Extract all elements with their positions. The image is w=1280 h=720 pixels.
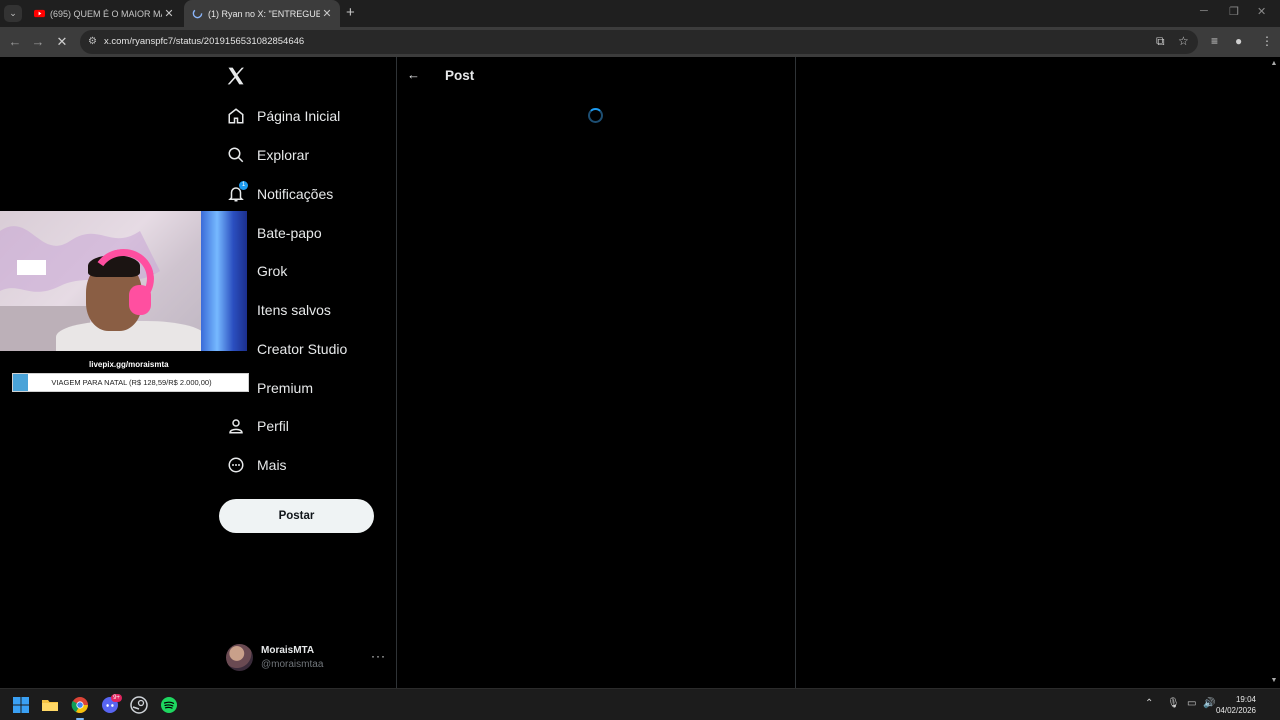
sidebar-item-label: Creator Studio bbox=[257, 341, 348, 357]
sidebar-item-explore[interactable]: Explorar bbox=[226, 143, 309, 167]
clock-date: 04/02/2026 bbox=[1215, 706, 1256, 715]
sidebar-item-label: Notificações bbox=[257, 186, 334, 202]
tab-title: (695) QUEM É O MAIOR MANI bbox=[50, 8, 162, 19]
site-info-icon[interactable]: ⚙ bbox=[88, 36, 100, 48]
restore-icon[interactable]: ❐ bbox=[1229, 5, 1239, 18]
more-circle-icon bbox=[226, 456, 245, 475]
close-window-icon[interactable]: ✕ bbox=[1257, 5, 1266, 18]
main-column: ← Post bbox=[397, 57, 796, 688]
webcam-white-card bbox=[17, 260, 46, 275]
sidebar-item-more[interactable]: Mais bbox=[226, 453, 287, 477]
goal-text: VIAGEM PARA NATAL (R$ 128,59/R$ 2.000,00… bbox=[51, 378, 212, 387]
file-explorer-icon[interactable] bbox=[41, 696, 59, 714]
back-arrow-icon[interactable]: ← bbox=[407, 67, 420, 82]
minimize-icon[interactable]: ─ bbox=[1200, 5, 1208, 17]
sidebar-item-label: Grok bbox=[257, 263, 288, 279]
steam-icon[interactable] bbox=[130, 696, 148, 714]
youtube-icon bbox=[34, 9, 45, 18]
stop-loading-icon[interactable]: ✕ bbox=[53, 33, 71, 51]
sidebar-item-label: Mais bbox=[257, 457, 287, 473]
chrome-icon[interactable] bbox=[71, 696, 89, 714]
sidebar-item-profile[interactable]: Perfil bbox=[226, 414, 289, 438]
sidebar-item-notifications[interactable]: 1 Notificações bbox=[226, 180, 334, 206]
loading-icon bbox=[192, 8, 203, 19]
browser-menu-icon[interactable]: ⋮ bbox=[1261, 34, 1273, 48]
sidebar-item-label: Itens salvos bbox=[257, 302, 331, 318]
browser-toolbar: ← → ✕ ⚙ x.com/ryanspfc7/status/201915653… bbox=[0, 27, 1280, 57]
loading-spinner bbox=[588, 108, 603, 123]
webcam-overlay bbox=[0, 211, 247, 351]
account-switcher[interactable]: MoraisMTA @moraismtaa ··· bbox=[226, 643, 386, 673]
sidebar-item-home[interactable]: Página Inicial bbox=[226, 104, 340, 128]
blue-led-light bbox=[201, 211, 247, 351]
avatar bbox=[226, 644, 253, 671]
headphone-cup bbox=[129, 285, 151, 315]
scroll-down-icon[interactable]: ▼ bbox=[1270, 677, 1278, 684]
profile-avatar-icon[interactable]: ● bbox=[1235, 34, 1242, 48]
tab-title: (1) Ryan no X: "ENTREGUE A 9 bbox=[208, 8, 320, 19]
windows-taskbar: 9+ ⌃ 🎙 ▭ 🔊 19:04 04/02/2026 bbox=[0, 688, 1280, 720]
sidebar-item-label: Perfil bbox=[257, 418, 289, 434]
close-tab-icon[interactable]: ✕ bbox=[162, 7, 176, 20]
new-tab-button[interactable]: + bbox=[346, 4, 355, 21]
donation-goal-bar: VIAGEM PARA NATAL (R$ 128,59/R$ 2.000,00… bbox=[12, 373, 249, 392]
post-button[interactable]: Postar bbox=[219, 499, 374, 533]
microphone-icon[interactable]: 🎙 bbox=[1167, 698, 1180, 709]
browser-tab-strip: ⌄ (695) QUEM É O MAIOR MANI ✕ (1) Ryan n… bbox=[0, 0, 1280, 27]
forward-arrow-icon[interactable]: → bbox=[29, 33, 47, 51]
account-name: MoraisMTA bbox=[261, 645, 315, 656]
back-arrow-icon[interactable]: ← bbox=[6, 33, 24, 51]
sidebar-item-label: Página Inicial bbox=[257, 108, 341, 124]
spotify-icon[interactable] bbox=[160, 696, 178, 714]
scroll-up-icon[interactable]: ▲ bbox=[1270, 60, 1278, 67]
browser-tab-x-post[interactable]: (1) Ryan no X: "ENTREGUE A 9 ✕ bbox=[184, 0, 340, 27]
display-icon[interactable]: ▭ bbox=[1187, 698, 1196, 709]
tray-overflow-icon[interactable]: ⌃ bbox=[1145, 698, 1153, 709]
system-clock[interactable]: 19:04 04/02/2026 bbox=[1216, 694, 1256, 716]
sidebar-item-label: Explorar bbox=[257, 147, 310, 163]
browser-tab-youtube[interactable]: (695) QUEM É O MAIOR MANI ✕ bbox=[26, 0, 182, 27]
search-icon bbox=[226, 146, 245, 165]
livepix-url: livepix.gg/moraismta bbox=[89, 360, 169, 369]
bookmark-star-icon[interactable]: ☆ bbox=[1178, 34, 1189, 48]
account-handle: @moraismtaa bbox=[261, 659, 324, 670]
sidebar-item-label: Bate-papo bbox=[257, 225, 322, 241]
sidebar-item-label: Premium bbox=[257, 380, 314, 396]
scrollbar[interactable]: ▲ ▼ bbox=[1268, 57, 1280, 688]
close-tab-icon[interactable]: ✕ bbox=[320, 7, 334, 20]
bell-icon: 1 bbox=[226, 180, 248, 204]
install-app-icon[interactable]: ⧉ bbox=[1156, 34, 1165, 49]
tab-search-button[interactable]: ⌄ bbox=[4, 5, 22, 22]
notification-badge: 1 bbox=[239, 180, 248, 190]
discord-badge: 9+ bbox=[111, 694, 122, 702]
address-bar[interactable]: ⚙ x.com/ryanspfc7/status/201915653108285… bbox=[80, 30, 1198, 54]
windows-start-icon[interactable] bbox=[12, 696, 30, 714]
volume-icon[interactable]: 🔊 bbox=[1203, 698, 1215, 709]
person-icon bbox=[226, 417, 245, 436]
x-logo[interactable] bbox=[226, 66, 246, 86]
clock-time: 19:04 bbox=[1235, 695, 1256, 704]
page-title: Post bbox=[445, 68, 475, 83]
account-more-icon[interactable]: ··· bbox=[371, 649, 386, 663]
media-controls-icon[interactable]: ≡ bbox=[1211, 34, 1218, 48]
url-text: x.com/ryanspfc7/status/20191565310828546… bbox=[104, 36, 305, 47]
home-icon bbox=[226, 107, 245, 126]
